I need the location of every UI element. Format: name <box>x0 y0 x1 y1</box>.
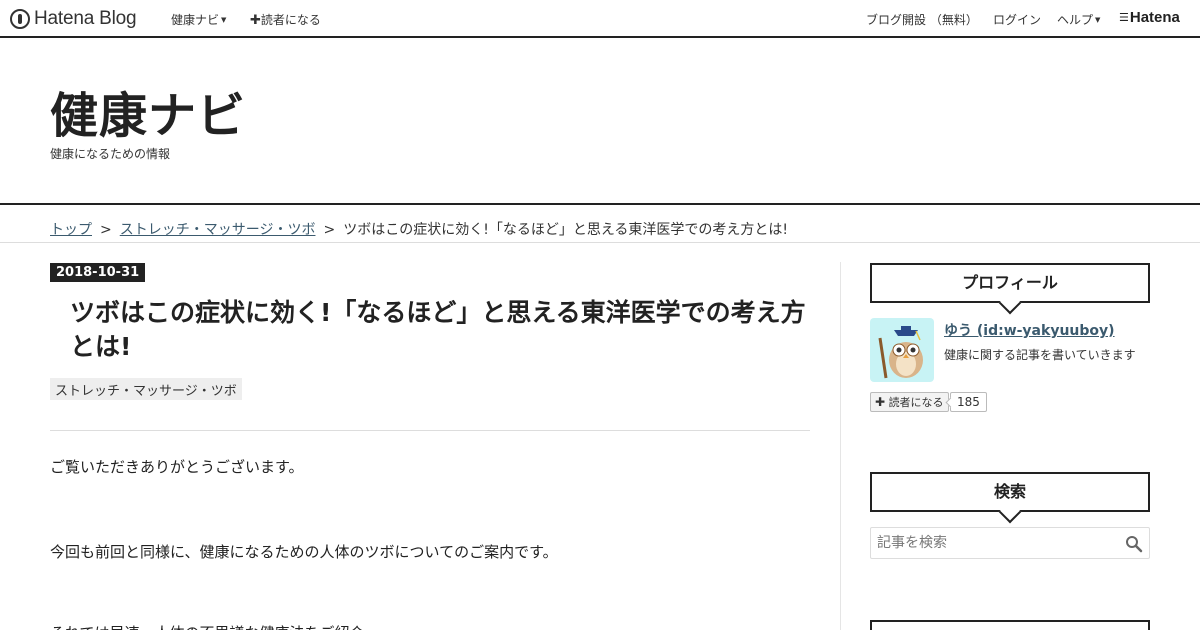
subscriber-count[interactable]: 185 <box>950 392 987 412</box>
search-input[interactable] <box>871 528 1119 558</box>
breadcrumb-current: ツボはこの症状に効く!「なるほど」と思える東洋医学での考え方とは! <box>343 222 789 238</box>
help-label: ヘルプ <box>1057 13 1094 27</box>
login-link[interactable]: ログイン <box>993 11 1041 28</box>
hatena-blog-logo[interactable]: Hatena Blog <box>10 8 137 30</box>
breadcrumb-divider <box>0 242 1200 243</box>
plus-icon: ✚ <box>875 395 886 409</box>
search-icon[interactable] <box>1125 535 1143 553</box>
next-module-title <box>870 620 1150 630</box>
hatena-blog-logo-icon <box>10 9 30 29</box>
open-blog-link[interactable]: ブログ開設 （無料） <box>866 11 978 28</box>
blog-title[interactable]: 健康ナビ <box>50 76 246 146</box>
search-module-title: 検索 <box>870 472 1150 512</box>
plus-icon: ✚ <box>250 13 261 28</box>
subscribe-label: 読者になる <box>260 13 321 27</box>
entry-paragraph: 今回も前回と同様に、健康になるための人体のツボについてのご案内です。 <box>50 543 558 561</box>
entry-title[interactable]: ツボはこの症状に効く!「なるほど」と思える東洋医学での考え方とは! <box>70 296 810 364</box>
entry-date[interactable]: 2018-10-31 <box>50 263 146 282</box>
header-divider <box>0 203 1200 205</box>
column-divider <box>840 262 841 630</box>
search-form <box>870 527 1150 559</box>
hatena-logo[interactable]: ☰ Hatena <box>1119 9 1180 26</box>
profile-name-link[interactable]: ゆう (id:w-yakyuuboy) <box>944 320 1115 340</box>
breadcrumb-separator: > <box>323 222 336 238</box>
profile-description: 健康に関する記事を書いていきます <box>944 348 1136 362</box>
blog-menu[interactable]: 健康ナビ ▼ <box>171 11 226 28</box>
hatena-logo-text: Hatena <box>1129 9 1180 26</box>
entry-divider <box>50 430 810 431</box>
hatena-mark-icon: ☰ <box>1119 11 1129 24</box>
blog-menu-label: 健康ナビ <box>171 13 220 27</box>
caret-down-icon: ▼ <box>221 16 227 24</box>
profile-module-title: プロフィール <box>870 263 1150 303</box>
owl-avatar-icon <box>878 326 923 379</box>
avatar[interactable] <box>870 318 934 382</box>
subscribe-link[interactable]: ✚読者になる <box>250 11 321 28</box>
breadcrumb: トップ > ストレッチ・マッサージ・ツボ > ツボはこの症状に効く!「なるほど」… <box>50 219 788 239</box>
help-menu[interactable]: ヘルプ ▼ <box>1057 11 1100 28</box>
subscribe-button[interactable]: ✚ 読者になる <box>870 392 949 412</box>
entry-paragraph: それでは早速、人体の不思議な健康法をご紹介 <box>50 622 365 630</box>
entry-paragraph: ご覧いただきありがとうございます。 <box>50 458 304 476</box>
blog-description: 健康になるための情報 <box>50 147 171 161</box>
breadcrumb-separator: > <box>100 222 112 238</box>
breadcrumb-category-link[interactable]: ストレッチ・マッサージ・ツボ <box>120 219 316 239</box>
logo-text: Hatena Blog <box>34 8 137 29</box>
caret-down-icon: ▼ <box>1095 16 1101 24</box>
subscribe-button-label: 読者になる <box>888 396 944 409</box>
breadcrumb-top-link[interactable]: トップ <box>50 219 92 239</box>
global-header: Hatena Blog 健康ナビ ▼ ✚読者になる ブログ開設 （無料） ログイン… <box>0 0 1200 38</box>
entry-category[interactable]: ストレッチ・マッサージ・ツボ <box>50 378 242 400</box>
